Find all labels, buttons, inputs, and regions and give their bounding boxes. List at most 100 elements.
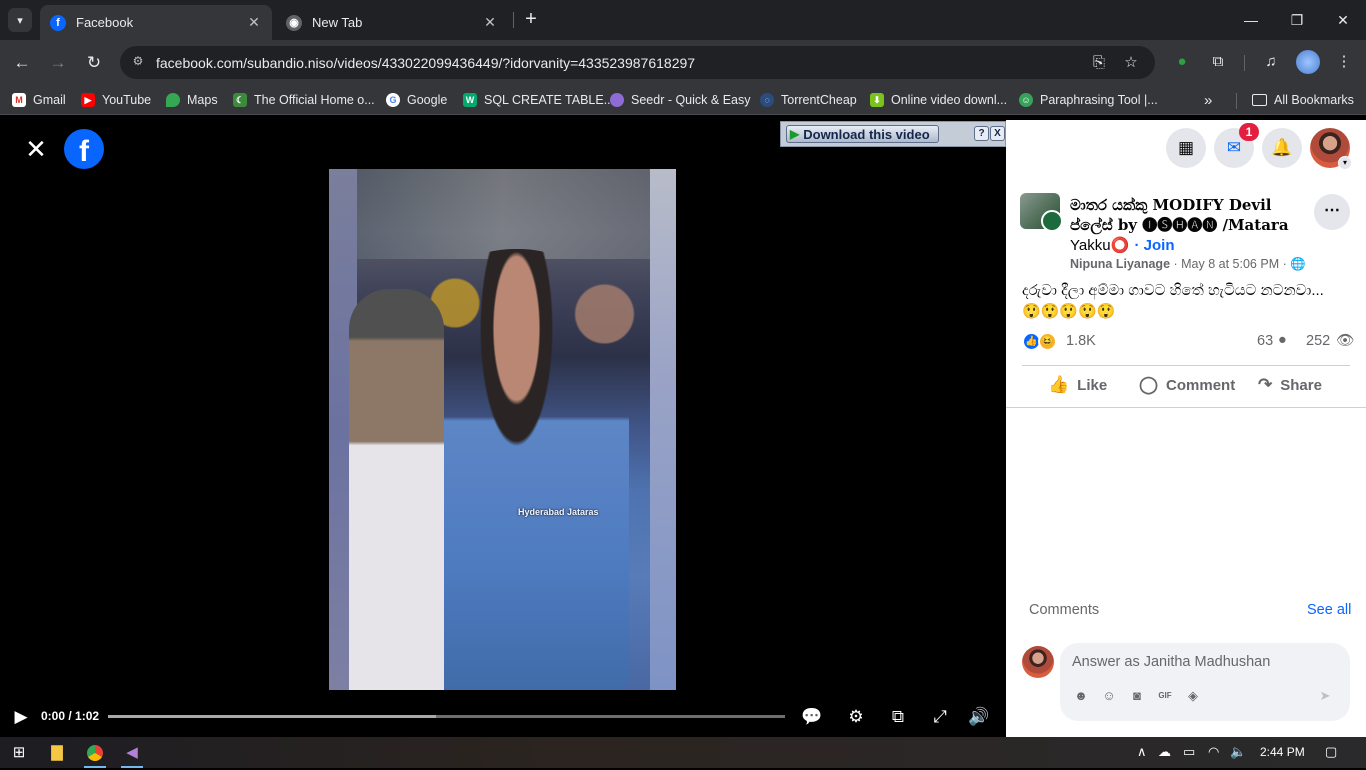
bookmark-star-icon[interactable]: ☆ bbox=[1120, 52, 1142, 74]
restore-button[interactable]: ❐ bbox=[1274, 8, 1320, 32]
notification-badge: 1 bbox=[1239, 123, 1259, 141]
file-explorer-icon[interactable]: ▇ bbox=[42, 740, 72, 766]
bookmark-label: All Bookmarks bbox=[1274, 93, 1354, 107]
profile-avatar[interactable] bbox=[1296, 50, 1320, 74]
notifications-bell-icon[interactable]: 🔔 bbox=[1262, 128, 1302, 168]
video-frame[interactable]: Hyderabad Jataras bbox=[329, 169, 676, 690]
commenter-avatar[interactable] bbox=[1022, 646, 1054, 678]
video-viewer[interactable]: ✕ f Hyderabad Jataras ▶ Download this vid… bbox=[0, 120, 1006, 737]
send-icon[interactable]: ➤ bbox=[1316, 687, 1334, 705]
install-app-icon[interactable]: ⎘ bbox=[1088, 52, 1110, 74]
reaction-count[interactable]: 1.8K bbox=[1066, 333, 1096, 349]
thumbs-up-icon: 👍 bbox=[1048, 375, 1070, 394]
site-info-icon[interactable]: ⚙ bbox=[130, 54, 146, 70]
captions-icon[interactable]: 💬 bbox=[801, 706, 823, 728]
back-button[interactable]: ← bbox=[9, 50, 35, 76]
avatar-sticker-icon[interactable]: ☻ bbox=[1072, 687, 1090, 705]
reload-button[interactable]: ↻ bbox=[81, 50, 107, 76]
share-icon: ↷ bbox=[1258, 375, 1273, 394]
group-avatar[interactable] bbox=[1020, 193, 1063, 232]
tab-search-button[interactable]: ▾ bbox=[8, 8, 32, 32]
fullscreen-icon[interactable]: ⤢ bbox=[929, 706, 951, 728]
picture-in-picture-icon[interactable]: ⧉ bbox=[887, 706, 909, 728]
new-tab-button[interactable]: + bbox=[520, 8, 542, 32]
poster-avatar[interactable] bbox=[1041, 210, 1063, 232]
bookmark-label: Google bbox=[407, 93, 448, 107]
bookmark-seedr[interactable]: Seedr - Quick & Easy bbox=[610, 91, 751, 109]
download-help-button[interactable]: ? bbox=[974, 126, 989, 141]
tab-new-tab[interactable]: ◉ New Tab ✕ bbox=[276, 5, 508, 40]
media-control-icon[interactable]: ♫ bbox=[1259, 50, 1283, 74]
volume-icon[interactable]: 🔊 bbox=[968, 706, 990, 728]
sticker-icon[interactable]: ◈ bbox=[1184, 687, 1202, 705]
bookmark-google[interactable]: G Google bbox=[386, 91, 447, 109]
post-author[interactable]: Nipuna Liyanage bbox=[1070, 257, 1170, 271]
close-tab-icon[interactable]: ✕ bbox=[482, 14, 498, 31]
download-close-button[interactable]: X bbox=[990, 126, 1005, 141]
onedrive-icon[interactable]: ☁ bbox=[1158, 744, 1171, 760]
group-name-tail[interactable]: Yakku⭕ bbox=[1070, 237, 1129, 254]
bookmark-online-video-download[interactable]: ⬇ Online video downl... bbox=[870, 91, 1007, 109]
facebook-favicon-icon: f bbox=[50, 14, 66, 31]
bookmark-torrentcheap[interactable]: ◌ TorrentCheap bbox=[760, 91, 857, 109]
play-button[interactable]: ▶ bbox=[10, 706, 32, 728]
url-text: facebook.com/subandio.niso/videos/433022… bbox=[156, 54, 696, 71]
facebook-logo-icon[interactable]: f bbox=[64, 129, 104, 169]
all-bookmarks-folder[interactable]: All Bookmarks bbox=[1252, 91, 1354, 109]
comment-button[interactable]: ◯ Comment bbox=[1139, 374, 1235, 396]
forward-button[interactable]: → bbox=[45, 50, 71, 76]
like-button[interactable]: 👍 Like bbox=[1048, 374, 1107, 396]
comment-input[interactable]: Answer as Janitha Madhushan ☻ ☺ ◙ GIF ◈ … bbox=[1060, 643, 1350, 721]
battery-icon[interactable]: ▭ bbox=[1183, 744, 1195, 760]
comment-count[interactable]: 63 bbox=[1257, 333, 1273, 349]
play-icon: ▶ bbox=[790, 127, 800, 141]
group-name[interactable]: මාතර යක්කු MODIFY Devil ප්ලේස් by 🅘🅢🅗🅐🅝 … bbox=[1070, 196, 1289, 234]
group-title[interactable]: මාතර යක්කු MODIFY Devil ප්ලේස් by 🅘🅢🅗🅐🅝 … bbox=[1070, 195, 1298, 256]
chrome-menu-icon[interactable]: ⋮ bbox=[1332, 50, 1356, 74]
bookmark-maps[interactable]: Maps bbox=[166, 91, 218, 109]
address-bar[interactable]: ⚙ facebook.com/subandio.niso/videos/4330… bbox=[120, 46, 1155, 79]
post-timestamp[interactable]: · May 8 at 5:06 PM · bbox=[1170, 257, 1290, 271]
join-group-link[interactable]: · Join bbox=[1135, 237, 1175, 254]
camera-icon[interactable]: ◙ bbox=[1128, 687, 1146, 705]
share-button[interactable]: ↷ Share bbox=[1258, 374, 1322, 396]
visual-studio-icon[interactable]: ◀ bbox=[117, 740, 147, 768]
windows-start-icon[interactable]: ⊞ bbox=[4, 740, 34, 766]
wifi-icon[interactable]: ◠ bbox=[1208, 744, 1219, 760]
extension-icon[interactable]: ● bbox=[1170, 50, 1194, 74]
bookmark-label: TorrentCheap bbox=[781, 93, 857, 107]
bookmark-youtube[interactable]: ▶ YouTube bbox=[81, 91, 151, 109]
menu-grid-icon[interactable]: ▦ bbox=[1166, 128, 1206, 168]
more-options-icon[interactable]: ⋯ bbox=[1314, 194, 1350, 230]
bookmark-sql-create-table[interactable]: W SQL CREATE TABLE... bbox=[463, 91, 614, 109]
windows-taskbar: ⊞ ▇ ◀ ∧ ☁ ▭ ◠ 🔈 2:44 PM ▢ bbox=[0, 737, 1366, 768]
chevron-down-icon[interactable]: ▾ bbox=[1338, 156, 1352, 170]
settings-gear-icon[interactable]: ⚙ bbox=[845, 706, 867, 728]
more-bookmarks-chevron-icon[interactable]: » bbox=[1204, 91, 1212, 109]
close-viewer-icon[interactable]: ✕ bbox=[24, 136, 48, 162]
speaker-icon[interactable]: 🔈 bbox=[1230, 744, 1246, 760]
tray-chevron-icon[interactable]: ∧ bbox=[1137, 744, 1147, 760]
close-tab-icon[interactable]: ✕ bbox=[246, 14, 262, 31]
bookmark-official-home[interactable]: ☾ The Official Home o... bbox=[233, 91, 375, 109]
emoji-icon[interactable]: ☺ bbox=[1100, 687, 1118, 705]
taskbar-clock[interactable]: 2:44 PM bbox=[1260, 745, 1305, 759]
bookmark-gmail[interactable]: M Gmail bbox=[12, 91, 66, 109]
see-all-link[interactable]: See all bbox=[1307, 602, 1351, 618]
overflow-label: » bbox=[1204, 91, 1213, 109]
chrome-taskbar-icon[interactable] bbox=[80, 740, 110, 768]
bookmark-paraphrasing-tool[interactable]: ☺ Paraphrasing Tool |... bbox=[1019, 91, 1158, 109]
notification-center-icon[interactable]: ▢ bbox=[1325, 744, 1337, 760]
gif-icon[interactable]: GIF bbox=[1156, 687, 1174, 705]
tab-facebook[interactable]: f Facebook ✕ bbox=[40, 5, 272, 40]
download-video-bar: ▶ Download this video ? X bbox=[780, 121, 1006, 147]
divider bbox=[1022, 365, 1350, 366]
download-label: Download this video bbox=[803, 126, 930, 142]
close-window-button[interactable]: ✕ bbox=[1320, 8, 1366, 32]
globe-icon: 🌐 bbox=[1290, 257, 1306, 271]
haha-reaction-icon[interactable]: 😆 bbox=[1038, 332, 1057, 351]
minimize-button[interactable]: — bbox=[1228, 8, 1274, 32]
download-video-button[interactable]: ▶ Download this video bbox=[786, 125, 939, 143]
extensions-puzzle-icon[interactable]: ⧉ bbox=[1206, 50, 1230, 74]
progress-bar[interactable] bbox=[108, 715, 785, 718]
